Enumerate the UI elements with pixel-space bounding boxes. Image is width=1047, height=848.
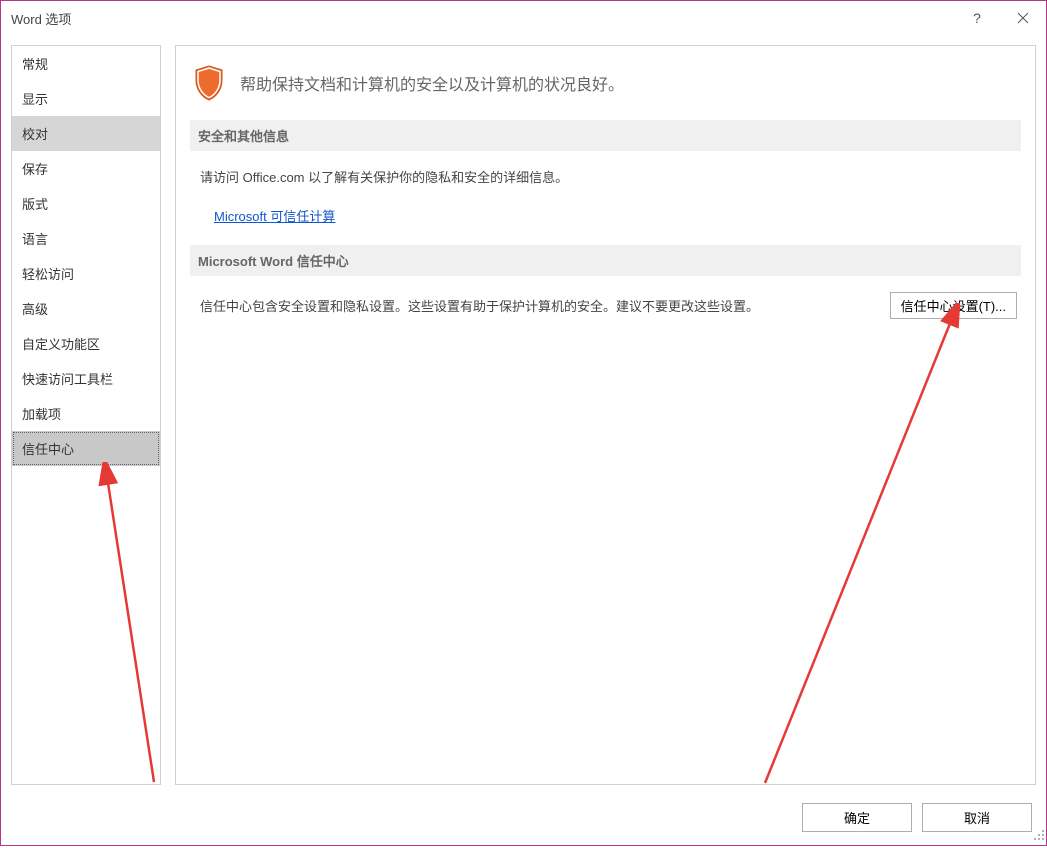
sidebar: 常规 显示 校对 保存 版式 语言 轻松访问 高级 自定义功能区 快速访问工具栏… bbox=[11, 45, 161, 785]
titlebar: Word 选项 ? bbox=[1, 1, 1046, 35]
section-security-header: 安全和其他信息 bbox=[190, 120, 1021, 151]
ok-button[interactable]: 确定 bbox=[802, 803, 912, 832]
sidebar-item-customize-ribbon[interactable]: 自定义功能区 bbox=[12, 326, 160, 361]
close-icon bbox=[1017, 12, 1029, 24]
sidebar-item-general[interactable]: 常规 bbox=[12, 46, 160, 81]
sidebar-item-quick-access-toolbar[interactable]: 快速访问工具栏 bbox=[12, 361, 160, 396]
sidebar-item-proofing[interactable]: 校对 bbox=[12, 116, 160, 151]
help-button[interactable]: ? bbox=[954, 1, 1000, 35]
sidebar-item-layout[interactable]: 版式 bbox=[12, 186, 160, 221]
sidebar-item-language[interactable]: 语言 bbox=[12, 221, 160, 256]
section-security-body: 请访问 Office.com 以了解有关保护你的隐私和安全的详细信息。 Micr… bbox=[190, 151, 1021, 245]
sidebar-item-advanced[interactable]: 高级 bbox=[12, 291, 160, 326]
security-text: 请访问 Office.com 以了解有关保护你的隐私和安全的详细信息。 bbox=[200, 167, 1011, 186]
header-row: 帮助保持文档和计算机的安全以及计算机的状况良好。 bbox=[190, 56, 1021, 120]
trust-center-text: 信任中心包含安全设置和隐私设置。这些设置有助于保护计算机的安全。建议不要更改这些… bbox=[200, 292, 876, 315]
trust-center-row: 信任中心包含安全设置和隐私设置。这些设置有助于保护计算机的安全。建议不要更改这些… bbox=[190, 276, 1021, 319]
close-button[interactable] bbox=[1000, 1, 1046, 35]
sidebar-item-display[interactable]: 显示 bbox=[12, 81, 160, 116]
header-text: 帮助保持文档和计算机的安全以及计算机的状况良好。 bbox=[240, 71, 624, 95]
main-panel: 帮助保持文档和计算机的安全以及计算机的状况良好。 安全和其他信息 请访问 Off… bbox=[175, 45, 1036, 785]
trustworthy-computing-link[interactable]: Microsoft 可信任计算 bbox=[214, 209, 335, 224]
section-trust-center-header: Microsoft Word 信任中心 bbox=[190, 245, 1021, 276]
shield-icon bbox=[192, 64, 226, 102]
content-area: 常规 显示 校对 保存 版式 语言 轻松访问 高级 自定义功能区 快速访问工具栏… bbox=[1, 35, 1046, 795]
cancel-button[interactable]: 取消 bbox=[922, 803, 1032, 832]
sidebar-item-ease-of-access[interactable]: 轻松访问 bbox=[12, 256, 160, 291]
word-options-dialog: Word 选项 ? 常规 显示 校对 保存 版式 语言 轻松访问 高级 自定义功… bbox=[0, 0, 1047, 846]
trust-center-settings-button[interactable]: 信任中心设置(T)... bbox=[890, 292, 1017, 319]
sidebar-item-addins[interactable]: 加载项 bbox=[12, 396, 160, 431]
sidebar-item-trust-center[interactable]: 信任中心 bbox=[12, 431, 160, 466]
sidebar-item-save[interactable]: 保存 bbox=[12, 151, 160, 186]
resize-grip[interactable] bbox=[1033, 828, 1045, 846]
footer: 确定 取消 bbox=[1, 795, 1046, 845]
dialog-title: Word 选项 bbox=[11, 9, 71, 28]
